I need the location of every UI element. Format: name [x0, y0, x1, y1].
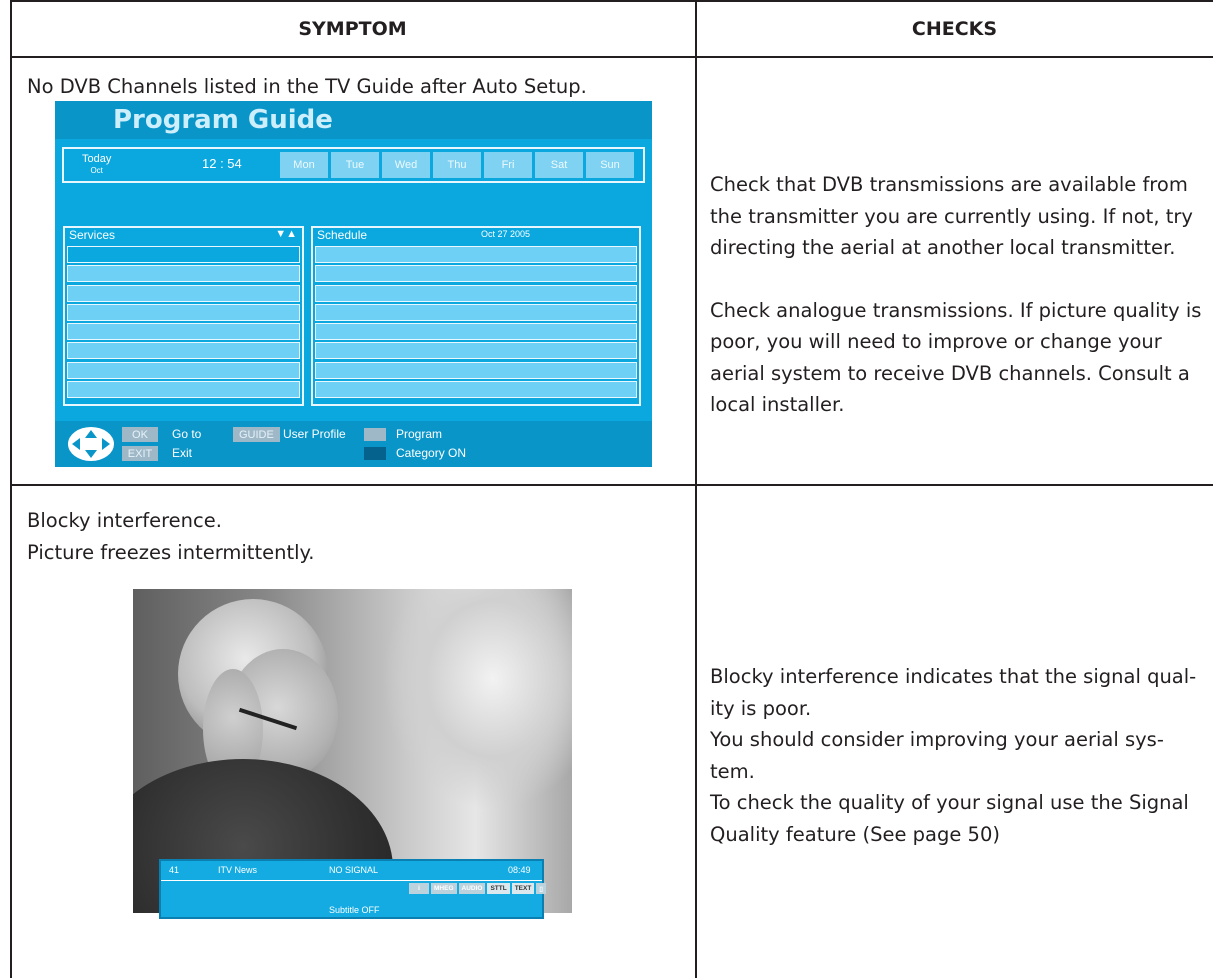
guide-key-bar: OK Go to EXIT Exit GUIDE User Profile Pr… [55, 421, 652, 467]
checks-line: Quality feature (See page 50) [710, 822, 1000, 846]
feature-badges: i MHEG AUDIO STTL TEXT ▯ [409, 883, 546, 894]
mheg-badge: MHEG [431, 883, 457, 894]
schedule-label: Schedule [317, 228, 368, 242]
subtitle-badge: STTL [487, 883, 510, 894]
navigation-pad-icon[interactable] [68, 427, 114, 461]
checks-text-2: Blocky interference indicates that the s… [710, 661, 1206, 850]
day-tab[interactable]: Thu [433, 152, 481, 178]
checks-paragraph: Check that DVB transmissions are availab… [710, 173, 1193, 259]
channel-info-banner: 41 ITV News NO SIGNAL 08:49 i MHEG AUDIO… [159, 859, 546, 919]
list-item[interactable] [67, 284, 300, 302]
checks-header: CHECKS [911, 18, 998, 40]
category-label: Category ON [396, 446, 467, 460]
list-item[interactable] [67, 303, 300, 321]
schedule-list [313, 246, 639, 399]
list-item[interactable] [315, 323, 637, 341]
day-tab[interactable]: Fri [484, 152, 532, 178]
sort-arrows-icon[interactable]: ▼▲ [275, 228, 297, 240]
guide-title: Program Guide [113, 105, 333, 135]
list-item[interactable] [315, 246, 637, 263]
ok-key[interactable]: OK [122, 427, 158, 442]
list-item[interactable] [67, 323, 300, 341]
list-item[interactable] [315, 381, 637, 399]
teletext-badge: TEXT [511, 883, 535, 894]
ok-action-label: Go to [172, 427, 202, 441]
row-divider [10, 484, 1213, 486]
services-header: Services ▼▲ [65, 228, 302, 246]
day-tab[interactable]: Mon [280, 152, 328, 178]
day-tab[interactable]: Sun [586, 152, 634, 178]
symptom-text-2: Blocky interference. Picture freezes int… [27, 505, 314, 568]
table-column-divider [695, 0, 697, 978]
program-guide-screen: Program Guide Today Oct 12 : 54 Mon Tue … [55, 101, 652, 467]
schedule-header: Schedule Oct 27 2005 [313, 228, 639, 246]
header-divider [10, 56, 1213, 58]
guide-date-bar: Today Oct 12 : 54 Mon Tue Wed Thu Fri Sa… [62, 147, 645, 183]
program-label: Program [396, 427, 443, 441]
symptom-line: Blocky interference. [27, 509, 222, 532]
checks-line: To check the quality of your signal use … [710, 791, 1189, 814]
audio-badge: AUDIO [458, 883, 486, 894]
list-item[interactable] [315, 303, 637, 321]
list-item[interactable] [315, 361, 637, 379]
list-item[interactable] [315, 265, 637, 283]
exit-key[interactable]: EXIT [122, 446, 158, 461]
list-item[interactable] [67, 381, 300, 399]
day-tabs: Mon Tue Wed Thu Fri Sat Sun [280, 152, 634, 178]
symptom-line: Picture freezes intermittently. [27, 540, 315, 564]
symptom-header: SYMPTOM [298, 18, 407, 40]
today-label: Today Oct [82, 154, 111, 176]
channel-number: 41 [169, 865, 180, 875]
clock: 12 : 54 [202, 156, 242, 171]
signal-status: NO SIGNAL [329, 865, 379, 875]
list-item[interactable] [315, 284, 637, 302]
list-item[interactable] [315, 342, 637, 360]
checks-line: ity is poor. [710, 696, 812, 720]
exit-action-label: Exit [172, 446, 193, 460]
today-text: Today [82, 153, 112, 165]
services-list [65, 246, 302, 399]
lock-icon: ▯ [536, 883, 546, 894]
day-tab[interactable]: Wed [382, 152, 430, 178]
table-border-left [10, 0, 12, 978]
services-panel: Services ▼▲ [63, 226, 304, 406]
services-label: Services [69, 228, 116, 242]
list-item[interactable] [67, 246, 300, 263]
checks-text-1: Check that DVB transmissions are availab… [710, 169, 1206, 421]
subtitle-status: Subtitle OFF [329, 905, 380, 915]
banner-time: 08:49 [508, 865, 531, 875]
checks-line: tem. [710, 759, 755, 783]
checks-paragraph: Check analogue transmissions. If picture… [710, 298, 1202, 417]
list-item[interactable] [67, 342, 300, 360]
checks-line: Blocky interference indicates that the s… [710, 665, 1197, 688]
info-icon: i [409, 883, 429, 894]
list-item[interactable] [67, 361, 300, 379]
schedule-date: Oct 27 2005 [481, 229, 531, 239]
blue-key-swatch[interactable] [364, 447, 386, 460]
checks-line: You should consider improving your aeria… [710, 728, 1164, 751]
table-top-border [10, 0, 1213, 2]
channel-name: ITV News [218, 865, 258, 875]
day-tab[interactable]: Tue [331, 152, 379, 178]
schedule-panel: Schedule Oct 27 2005 [311, 226, 641, 406]
grey-key-swatch[interactable] [364, 428, 386, 441]
day-tab[interactable]: Sat [535, 152, 583, 178]
guide-action-label: User Profile [283, 427, 346, 441]
symptom-text-1: No DVB Channels listed in the TV Guide a… [27, 75, 587, 98]
list-item[interactable] [67, 265, 300, 283]
month-text: Oct [90, 166, 103, 175]
guide-key[interactable]: GUIDE [233, 427, 280, 442]
